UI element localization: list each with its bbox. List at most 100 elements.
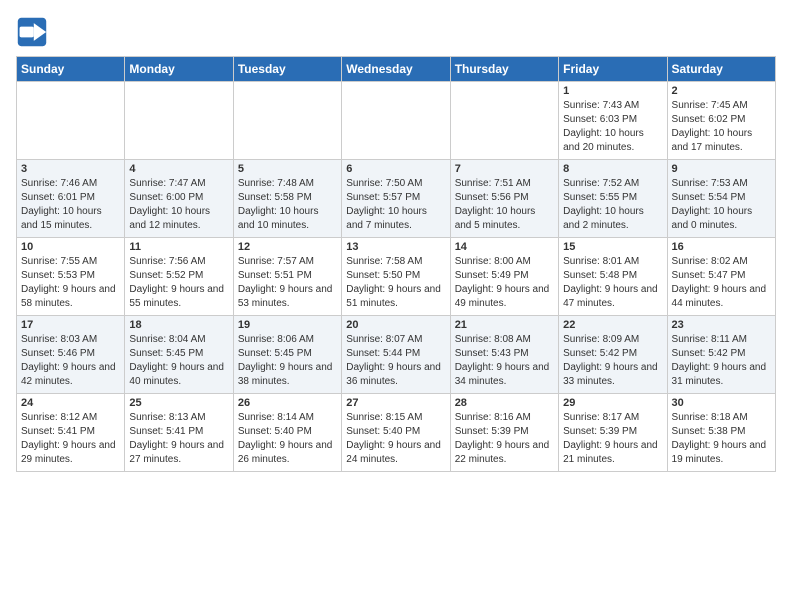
calendar-cell: 26 Sunrise: 8:14 AM Sunset: 5:40 PM Dayli… [233, 394, 341, 472]
calendar-cell: 9 Sunrise: 7:53 AM Sunset: 5:54 PM Daylig… [667, 160, 775, 238]
day-number: 25 [129, 397, 228, 409]
calendar-cell: 30 Sunrise: 8:18 AM Sunset: 5:38 PM Dayli… [667, 394, 775, 472]
day-header-wednesday: Wednesday [342, 57, 450, 82]
day-number: 1 [563, 85, 662, 97]
calendar-cell: 25 Sunrise: 8:13 AM Sunset: 5:41 PM Dayli… [125, 394, 233, 472]
day-number: 27 [346, 397, 445, 409]
logo [16, 16, 52, 48]
cell-data: Sunrise: 7:47 AM Sunset: 6:00 PM Dayligh… [129, 177, 228, 233]
cell-data: Sunrise: 7:43 AM Sunset: 6:03 PM Dayligh… [563, 99, 662, 155]
day-number: 18 [129, 319, 228, 331]
calendar-cell: 19Sunrise: 8:06 AM Sunset: 5:45 PM Dayli… [233, 316, 341, 394]
cell-data: Sunrise: 8:15 AM Sunset: 5:40 PM Dayligh… [346, 411, 445, 467]
day-number: 11 [129, 241, 228, 253]
calendar-cell: 17 Sunrise: 8:03 AM Sunset: 5:46 PM Dayli… [17, 316, 125, 394]
calendar-cell: 2 Sunrise: 7:45 AM Sunset: 6:02 PM Daylig… [667, 82, 775, 160]
calendar-cell: 7Sunrise: 7:51 AM Sunset: 5:56 PM Daylig… [450, 160, 558, 238]
day-header-friday: Friday [559, 57, 667, 82]
calendar-cell: 20Sunrise: 8:07 AM Sunset: 5:44 PM Dayli… [342, 316, 450, 394]
calendar-cell: 13 Sunrise: 7:58 AM Sunset: 5:50 PM Dayli… [342, 238, 450, 316]
calendar-cell: 21Sunrise: 8:08 AM Sunset: 5:43 PM Dayli… [450, 316, 558, 394]
day-number: 19 [238, 319, 337, 331]
day-number: 30 [672, 397, 771, 409]
page-header [16, 16, 776, 48]
calendar-cell: 8Sunrise: 7:52 AM Sunset: 5:55 PM Daylig… [559, 160, 667, 238]
logo-icon [16, 16, 48, 48]
calendar-cell: 24 Sunrise: 8:12 AM Sunset: 5:41 PM Dayli… [17, 394, 125, 472]
cell-data: Sunrise: 7:46 AM Sunset: 6:01 PM Dayligh… [21, 177, 120, 233]
calendar-cell: 28Sunrise: 8:16 AM Sunset: 5:39 PM Dayli… [450, 394, 558, 472]
cell-data: Sunrise: 8:03 AM Sunset: 5:46 PM Dayligh… [21, 333, 120, 389]
day-number: 6 [346, 163, 445, 175]
calendar-cell: 1 Sunrise: 7:43 AM Sunset: 6:03 PM Daylig… [559, 82, 667, 160]
day-number: 21 [455, 319, 554, 331]
day-number: 26 [238, 397, 337, 409]
day-number: 16 [672, 241, 771, 253]
day-number: 17 [21, 319, 120, 331]
day-header-monday: Monday [125, 57, 233, 82]
cell-data: Sunrise: 7:52 AM Sunset: 5:55 PM Dayligh… [563, 177, 662, 233]
cell-data: Sunrise: 8:13 AM Sunset: 5:41 PM Dayligh… [129, 411, 228, 467]
day-number: 5 [238, 163, 337, 175]
day-number: 3 [21, 163, 120, 175]
day-header-sunday: Sunday [17, 57, 125, 82]
cell-data: Sunrise: 7:53 AM Sunset: 5:54 PM Dayligh… [672, 177, 771, 233]
day-number: 29 [563, 397, 662, 409]
calendar-cell: 14 Sunrise: 8:00 AM Sunset: 5:49 PM Dayli… [450, 238, 558, 316]
calendar-header: SundayMondayTuesdayWednesdayThursdayFrid… [17, 57, 776, 82]
calendar-cell: 16 Sunrise: 8:02 AM Sunset: 5:47 PM Dayli… [667, 238, 775, 316]
day-number: 9 [672, 163, 771, 175]
cell-data: Sunrise: 7:55 AM Sunset: 5:53 PM Dayligh… [21, 255, 120, 311]
day-number: 24 [21, 397, 120, 409]
day-number: 10 [21, 241, 120, 253]
day-header-saturday: Saturday [667, 57, 775, 82]
cell-data: Sunrise: 7:57 AM Sunset: 5:51 PM Dayligh… [238, 255, 337, 311]
day-number: 14 [455, 241, 554, 253]
cell-data: Sunrise: 8:01 AM Sunset: 5:48 PM Dayligh… [563, 255, 662, 311]
calendar-cell: 29 Sunrise: 8:17 AM Sunset: 5:39 PM Dayli… [559, 394, 667, 472]
calendar-cell [125, 82, 233, 160]
cell-data: Sunrise: 8:17 AM Sunset: 5:39 PM Dayligh… [563, 411, 662, 467]
cell-data: Sunrise: 8:02 AM Sunset: 5:47 PM Dayligh… [672, 255, 771, 311]
cell-data: Sunrise: 7:58 AM Sunset: 5:50 PM Dayligh… [346, 255, 445, 311]
calendar-table: SundayMondayTuesdayWednesdayThursdayFrid… [16, 56, 776, 472]
cell-data: Sunrise: 8:12 AM Sunset: 5:41 PM Dayligh… [21, 411, 120, 467]
calendar-cell [17, 82, 125, 160]
calendar-cell: 11 Sunrise: 7:56 AM Sunset: 5:52 PM Dayli… [125, 238, 233, 316]
day-number: 4 [129, 163, 228, 175]
calendar-cell: 6 Sunrise: 7:50 AM Sunset: 5:57 PM Daylig… [342, 160, 450, 238]
calendar-cell: 4 Sunrise: 7:47 AM Sunset: 6:00 PM Daylig… [125, 160, 233, 238]
calendar-cell: 15 Sunrise: 8:01 AM Sunset: 5:48 PM Dayli… [559, 238, 667, 316]
cell-data: Sunrise: 7:50 AM Sunset: 5:57 PM Dayligh… [346, 177, 445, 233]
cell-data: Sunrise: 7:48 AM Sunset: 5:58 PM Dayligh… [238, 177, 337, 233]
day-number: 23 [672, 319, 771, 331]
cell-data: Sunrise: 7:45 AM Sunset: 6:02 PM Dayligh… [672, 99, 771, 155]
calendar-cell: 18 Sunrise: 8:04 AM Sunset: 5:45 PM Dayli… [125, 316, 233, 394]
cell-data: Sunrise: 8:07 AM Sunset: 5:44 PM Dayligh… [346, 333, 445, 389]
cell-data: Sunrise: 7:51 AM Sunset: 5:56 PM Dayligh… [455, 177, 554, 233]
calendar-cell [450, 82, 558, 160]
calendar-cell [233, 82, 341, 160]
day-header-thursday: Thursday [450, 57, 558, 82]
calendar-cell: 22Sunrise: 8:09 AM Sunset: 5:42 PM Dayli… [559, 316, 667, 394]
calendar-cell: 23 Sunrise: 8:11 AM Sunset: 5:42 PM Dayli… [667, 316, 775, 394]
day-number: 2 [672, 85, 771, 97]
cell-data: Sunrise: 8:14 AM Sunset: 5:40 PM Dayligh… [238, 411, 337, 467]
day-number: 22 [563, 319, 662, 331]
calendar-cell: 5 Sunrise: 7:48 AM Sunset: 5:58 PM Daylig… [233, 160, 341, 238]
day-number: 15 [563, 241, 662, 253]
calendar-cell: 27 Sunrise: 8:15 AM Sunset: 5:40 PM Dayli… [342, 394, 450, 472]
cell-data: Sunrise: 8:04 AM Sunset: 5:45 PM Dayligh… [129, 333, 228, 389]
day-number: 12 [238, 241, 337, 253]
calendar-cell: 3 Sunrise: 7:46 AM Sunset: 6:01 PM Daylig… [17, 160, 125, 238]
day-number: 28 [455, 397, 554, 409]
cell-data: Sunrise: 8:11 AM Sunset: 5:42 PM Dayligh… [672, 333, 771, 389]
cell-data: Sunrise: 7:56 AM Sunset: 5:52 PM Dayligh… [129, 255, 228, 311]
day-number: 13 [346, 241, 445, 253]
day-header-tuesday: Tuesday [233, 57, 341, 82]
calendar-cell: 10 Sunrise: 7:55 AM Sunset: 5:53 PM Dayli… [17, 238, 125, 316]
cell-data: Sunrise: 8:18 AM Sunset: 5:38 PM Dayligh… [672, 411, 771, 467]
calendar-cell: 12 Sunrise: 7:57 AM Sunset: 5:51 PM Dayli… [233, 238, 341, 316]
cell-data: Sunrise: 8:00 AM Sunset: 5:49 PM Dayligh… [455, 255, 554, 311]
calendar-cell [342, 82, 450, 160]
